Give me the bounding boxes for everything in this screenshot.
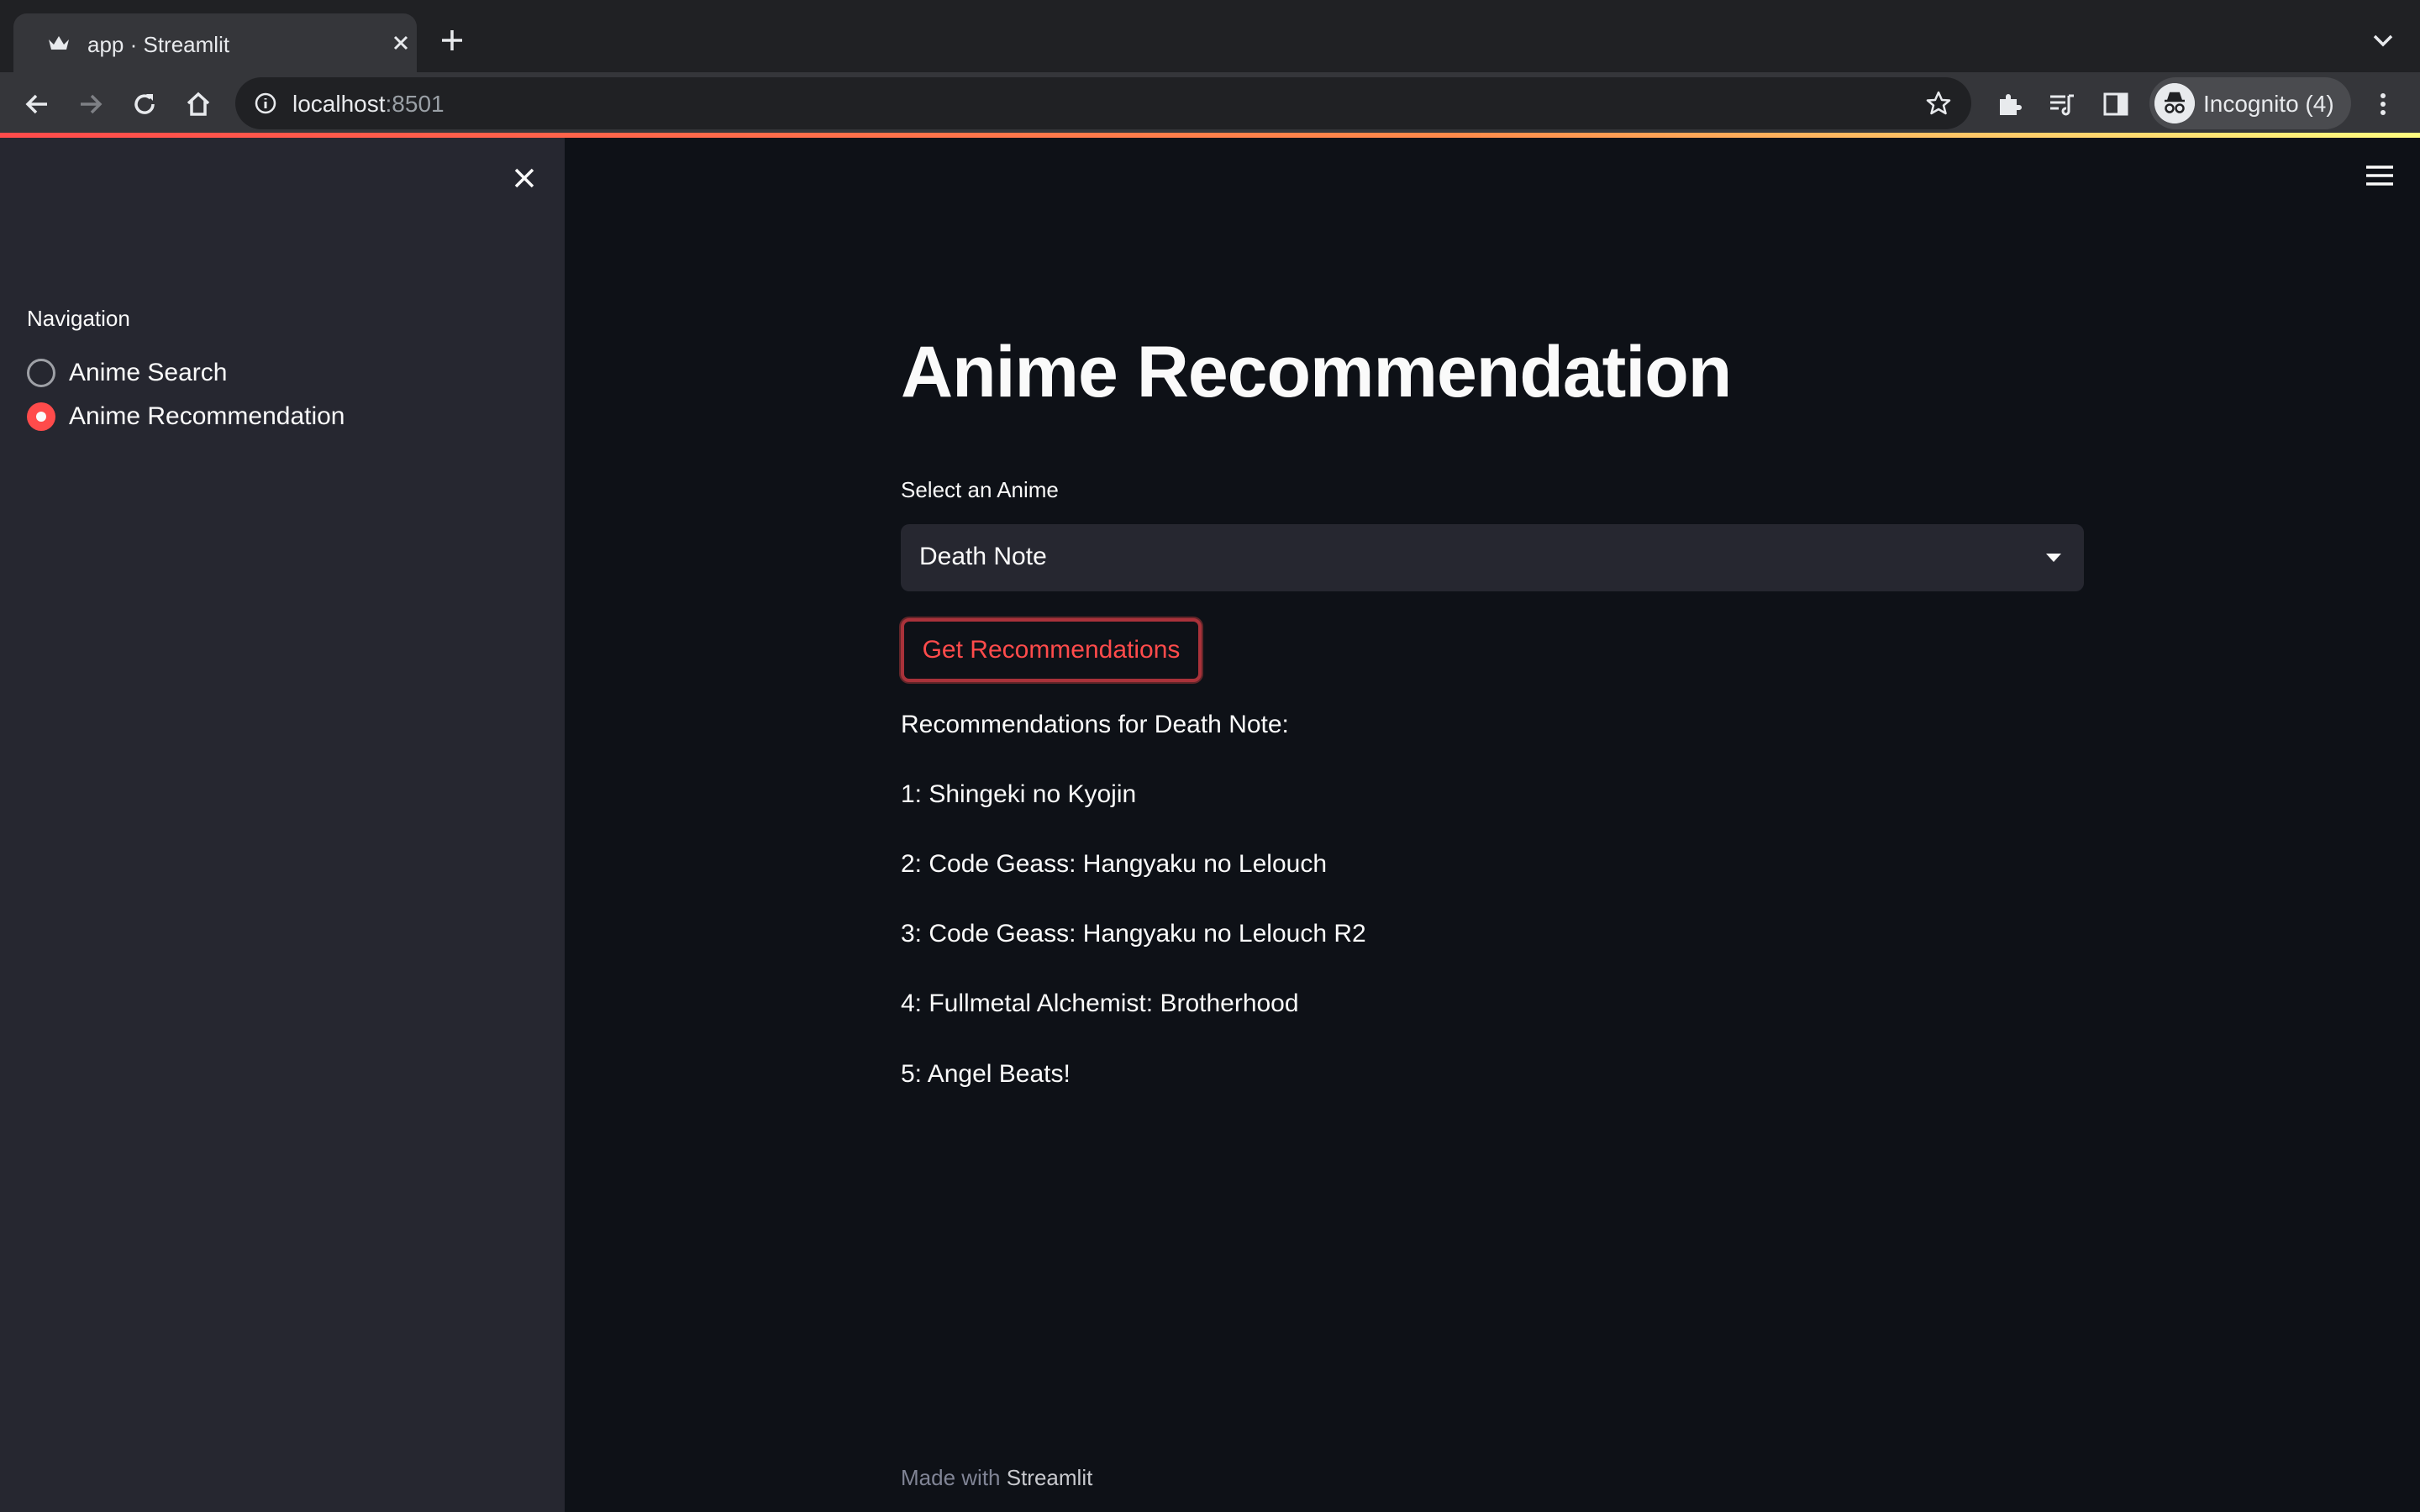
- radio-anime-search[interactable]: Anime Search: [27, 354, 227, 391]
- caret-down-icon: [2046, 554, 2061, 562]
- navigation-heading: Navigation: [27, 306, 130, 331]
- media-button[interactable]: [2044, 86, 2081, 123]
- sidebar-close-icon[interactable]: [509, 163, 539, 193]
- back-button[interactable]: [18, 86, 55, 123]
- streamlit-crown-icon: [49, 36, 69, 50]
- address-bar[interactable]: localhost:8501: [235, 77, 1971, 129]
- sidebar: Navigation Anime Search Anime Recommenda…: [0, 138, 565, 1512]
- select-label: Select an Anime: [901, 477, 1059, 502]
- incognito-icon: [2154, 83, 2195, 123]
- browser-menu-button[interactable]: [2365, 86, 2402, 123]
- bookmark-star-icon[interactable]: [1924, 89, 1953, 118]
- forward-button[interactable]: [72, 86, 109, 123]
- radio-label: Anime Search: [69, 359, 228, 386]
- url-host: localhost: [292, 91, 386, 117]
- select-value: Death Note: [919, 543, 1047, 570]
- radio-circle-checked[interactable]: [27, 402, 55, 431]
- reload-icon: [134, 94, 155, 114]
- new-tab-plus-icon[interactable]: [439, 27, 466, 54]
- anime-select[interactable]: Death Note: [901, 524, 2084, 591]
- side-panel-icon: [2103, 92, 2128, 116]
- footer-brand-link[interactable]: Streamlit: [1007, 1465, 1093, 1490]
- puzzle-piece-icon: [2000, 94, 2022, 115]
- home-icon: [187, 92, 210, 116]
- list-item: 4: Fullmetal Alchemist: Brotherhood: [901, 990, 1299, 1017]
- browser-tab[interactable]: app · Streamlit: [13, 13, 417, 72]
- kebab-menu-icon: [2381, 93, 2386, 115]
- radio-circle-unchecked[interactable]: [27, 359, 55, 387]
- radio-anime-recommendation[interactable]: Anime Recommendation: [27, 398, 345, 435]
- extensions-button[interactable]: [1991, 86, 2028, 123]
- page-title: Anime Recommendation: [901, 332, 1732, 412]
- side-panel-button[interactable]: [2097, 86, 2134, 123]
- forward-arrow-icon: [81, 94, 103, 114]
- list-item: 1: Shingeki no Kyojin: [901, 780, 1137, 808]
- tab-close-icon[interactable]: [388, 30, 413, 55]
- results-heading: Recommendations for Death Note:: [901, 711, 1289, 738]
- browser-tab-strip: app · Streamlit: [0, 0, 2420, 72]
- footer: Made with Streamlit: [901, 1465, 1092, 1491]
- list-item: 5: Angel Beats!: [901, 1060, 1071, 1088]
- back-arrow-icon: [25, 94, 47, 114]
- radio-label: Anime Recommendation: [69, 402, 345, 430]
- browser-toolbar: localhost:8501 Incognito (4): [0, 72, 2420, 136]
- list-item: 3: Code Geass: Hangyaku no Lelouch R2: [901, 920, 1366, 948]
- get-recommendations-button[interactable]: Get Recommendations: [901, 618, 1202, 682]
- footer-prefix: Made with: [901, 1465, 1007, 1490]
- url-port: :8501: [385, 91, 445, 117]
- hamburger-menu-icon[interactable]: [2365, 165, 2395, 186]
- tab-title: app · Streamlit: [87, 32, 230, 57]
- home-button[interactable]: [180, 86, 217, 123]
- media-queue-icon: [2050, 94, 2074, 116]
- profile-label: Incognito (4): [2203, 91, 2334, 117]
- site-info-icon[interactable]: [254, 92, 277, 115]
- list-item: 2: Code Geass: Hangyaku no Lelouch: [901, 850, 1327, 878]
- incognito-profile-chip[interactable]: Incognito (4): [2149, 77, 2351, 129]
- tab-search-chevron-icon[interactable]: [2371, 30, 2395, 50]
- reload-button[interactable]: [126, 86, 163, 123]
- url-text: localhost:8501: [292, 91, 445, 118]
